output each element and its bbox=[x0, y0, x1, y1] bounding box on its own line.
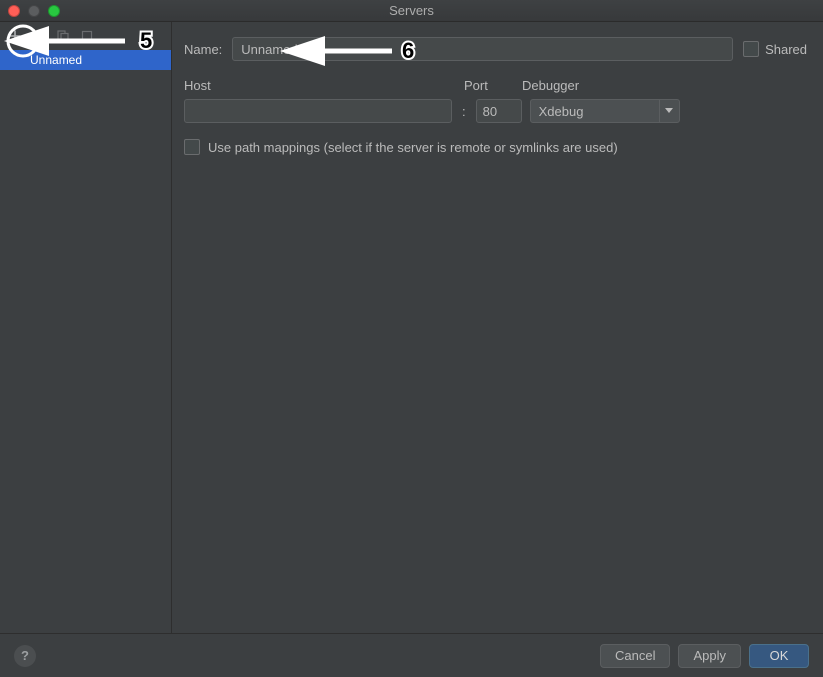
path-mappings-checkbox[interactable] bbox=[184, 139, 200, 155]
shared-label: Shared bbox=[765, 42, 807, 57]
name-row: Name: Shared bbox=[184, 34, 807, 64]
host-input[interactable] bbox=[184, 99, 452, 123]
help-icon: ? bbox=[21, 648, 29, 663]
plus-icon bbox=[8, 29, 22, 43]
port-input[interactable] bbox=[476, 99, 522, 123]
ok-button-label: OK bbox=[770, 648, 789, 663]
host-port-labels: Host Port Debugger bbox=[184, 78, 807, 93]
path-mappings-row[interactable]: Use path mappings (select if the server … bbox=[184, 139, 807, 155]
host-port-separator: : bbox=[460, 104, 468, 119]
window-title: Servers bbox=[389, 3, 434, 18]
add-server-button[interactable] bbox=[4, 25, 26, 47]
debugger-select-toggle[interactable] bbox=[659, 100, 679, 122]
remove-server-button[interactable] bbox=[28, 25, 50, 47]
path-mappings-label: Use path mappings (select if the server … bbox=[208, 140, 618, 155]
host-port-inputs: : Xdebug bbox=[184, 99, 807, 123]
import-icon bbox=[80, 29, 94, 43]
apply-button[interactable]: Apply bbox=[678, 644, 741, 668]
titlebar: Servers bbox=[0, 0, 823, 22]
server-list-item[interactable]: Unnamed bbox=[0, 50, 171, 70]
close-window-button[interactable] bbox=[8, 5, 20, 17]
server-list-item-label: Unnamed bbox=[30, 53, 82, 67]
cancel-button[interactable]: Cancel bbox=[600, 644, 670, 668]
sidebar-toolbar bbox=[0, 22, 171, 50]
ok-button[interactable]: OK bbox=[749, 644, 809, 668]
import-server-button[interactable] bbox=[76, 25, 98, 47]
server-list: Unnamed bbox=[0, 50, 171, 633]
debugger-select-value: Xdebug bbox=[531, 104, 659, 119]
debugger-select[interactable]: Xdebug bbox=[530, 99, 680, 123]
sidebar: Unnamed bbox=[0, 22, 172, 633]
main-panel: Name: Shared Host Port Debugger : Xdebug bbox=[172, 22, 823, 633]
minus-icon bbox=[32, 29, 46, 43]
copy-icon bbox=[56, 29, 70, 43]
chevron-down-icon bbox=[665, 108, 673, 114]
shared-checkbox[interactable] bbox=[743, 41, 759, 57]
port-label: Port bbox=[464, 78, 522, 93]
traffic-lights bbox=[8, 5, 60, 17]
content: Unnamed Name: Shared Host Port Debugger … bbox=[0, 22, 823, 633]
host-label: Host bbox=[184, 78, 464, 93]
cancel-button-label: Cancel bbox=[615, 648, 655, 663]
debugger-label: Debugger bbox=[522, 78, 807, 93]
bottom-bar: ? Cancel Apply OK bbox=[0, 633, 823, 677]
minimize-window-button[interactable] bbox=[28, 5, 40, 17]
shared-checkbox-wrap[interactable]: Shared bbox=[743, 41, 807, 57]
name-input[interactable] bbox=[232, 37, 733, 61]
zoom-window-button[interactable] bbox=[48, 5, 60, 17]
copy-server-button[interactable] bbox=[52, 25, 74, 47]
help-button[interactable]: ? bbox=[14, 645, 36, 667]
name-label: Name: bbox=[184, 42, 222, 57]
apply-button-label: Apply bbox=[693, 648, 726, 663]
